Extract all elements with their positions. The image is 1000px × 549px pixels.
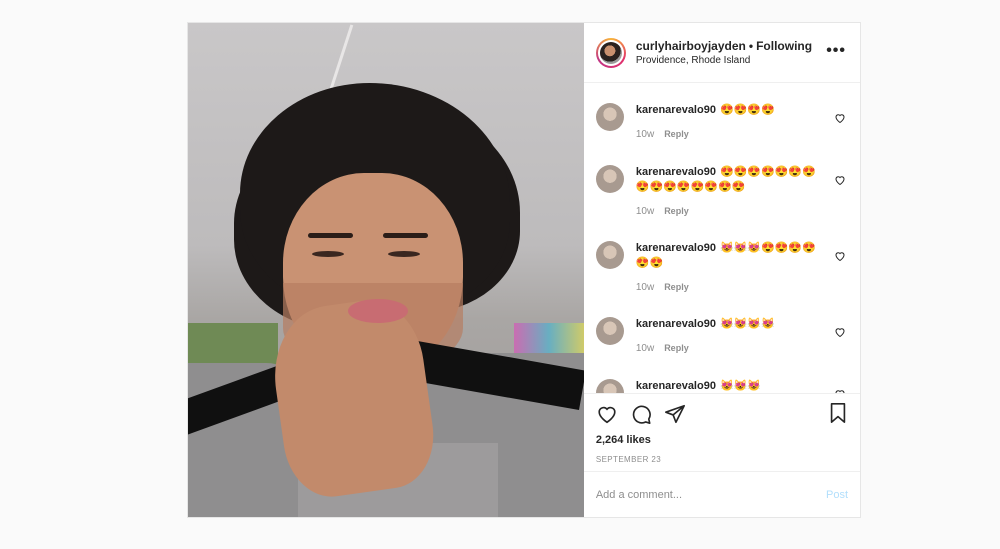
- commenter-avatar[interactable]: [595, 165, 624, 193]
- photo-eye-right: [388, 251, 420, 257]
- commenter-avatar[interactable]: [595, 241, 624, 269]
- add-comment-bar: Post: [583, 471, 860, 517]
- commenter-avatar[interactable]: [595, 103, 624, 131]
- comments-list[interactable]: karenarevalo90 😍😍😍😍 10w Reply karenarevalo…: [584, 83, 860, 393]
- commenter-username[interactable]: karenarevalo90: [636, 104, 716, 116]
- like-heart-icon[interactable]: [596, 403, 618, 425]
- comment-item: karenarevalo90 😻😻😻😻 10w Reply: [584, 317, 860, 354]
- comment-like-heart-icon[interactable]: [834, 112, 846, 124]
- reply-button[interactable]: Reply: [664, 282, 689, 292]
- comment-text: 😍😍😍😍: [719, 104, 775, 116]
- save-bookmark-icon[interactable]: [828, 402, 848, 424]
- comment-age[interactable]: 10w: [636, 343, 654, 354]
- comment-item: karenarevalo90 😍😍😍😍 10w Reply: [584, 103, 860, 140]
- photo-eye-left: [312, 251, 344, 257]
- post-side-panel: curlyhairboyjayden • Following Providence,…: [583, 23, 860, 517]
- comment-age[interactable]: 10w: [636, 282, 654, 293]
- commenter-username[interactable]: karenarevalo90: [636, 318, 716, 330]
- comment-age[interactable]: 10w: [636, 129, 654, 140]
- more-options-icon[interactable]: •••: [826, 42, 846, 60]
- commenter-avatar[interactable]: [595, 317, 624, 345]
- comment-bubble-icon[interactable]: [630, 403, 652, 425]
- comment-text: 😻😻😻: [719, 380, 762, 392]
- comment-item: karenarevalo90 😻😻😻: [584, 379, 860, 393]
- post-header: curlyhairboyjayden • Following Providence,…: [583, 23, 860, 83]
- post-actions: 2,264 likes SEPTEMBER 23: [583, 393, 860, 471]
- comment-item: karenarevalo90 😍😍😍😍😍😍😍😍😍😍😍😍😍😍😍 10w Reply: [584, 165, 860, 217]
- commenter-avatar[interactable]: [595, 379, 624, 393]
- comment-like-heart-icon[interactable]: [834, 174, 846, 186]
- reply-button[interactable]: Reply: [664, 129, 689, 139]
- likes-count[interactable]: 2,264 likes: [596, 434, 848, 446]
- post-card: curlyhairboyjayden • Following Providence,…: [187, 22, 861, 518]
- commenter-username[interactable]: karenarevalo90: [636, 242, 716, 254]
- comment-like-heart-icon[interactable]: [834, 250, 846, 262]
- photo-brow-left: [308, 233, 353, 238]
- post-location[interactable]: Providence, Rhode Island: [636, 54, 848, 67]
- commenter-username[interactable]: karenarevalo90: [636, 380, 716, 392]
- header-separator: •: [748, 38, 754, 53]
- comment-like-heart-icon[interactable]: [834, 326, 846, 338]
- add-comment-input[interactable]: [595, 488, 796, 501]
- reply-button[interactable]: Reply: [664, 206, 689, 216]
- photo-brow-right: [383, 233, 428, 238]
- commenter-username[interactable]: karenarevalo90: [636, 166, 716, 178]
- comment-age[interactable]: 10w: [636, 206, 654, 217]
- author-avatar[interactable]: [595, 37, 626, 68]
- comment-item: karenarevalo90 😻😻😻😍😍😍😍😍😍 10w Reply: [584, 241, 860, 293]
- post-date[interactable]: SEPTEMBER 23: [596, 455, 848, 464]
- comment-text: 😻😻😻😻: [719, 318, 775, 330]
- share-paper-plane-icon[interactable]: [664, 403, 686, 425]
- photo-lips: [348, 299, 408, 323]
- post-photo[interactable]: [188, 23, 584, 517]
- author-username[interactable]: curlyhairboyjayden: [636, 39, 746, 53]
- follow-status[interactable]: Following: [756, 39, 812, 53]
- reply-button[interactable]: Reply: [664, 343, 689, 353]
- post-comment-button[interactable]: Post: [826, 489, 848, 501]
